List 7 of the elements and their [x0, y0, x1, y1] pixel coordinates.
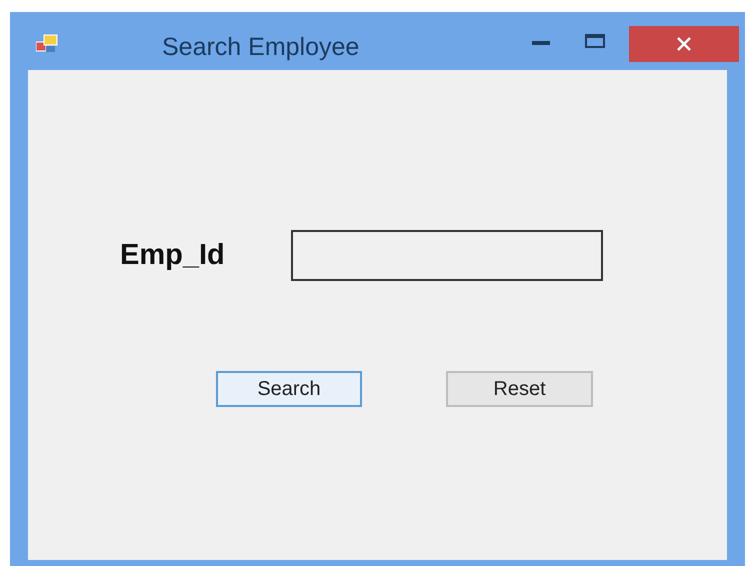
app-icon: [36, 34, 58, 54]
close-icon: [677, 37, 691, 51]
form-button[interactable]: Reset: [446, 371, 593, 407]
field-label: Emp_Id: [120, 238, 225, 273]
input-field[interactable]: [290, 230, 603, 281]
window-title: Search Employee: [162, 32, 360, 63]
form-button[interactable]: Search: [216, 371, 362, 407]
